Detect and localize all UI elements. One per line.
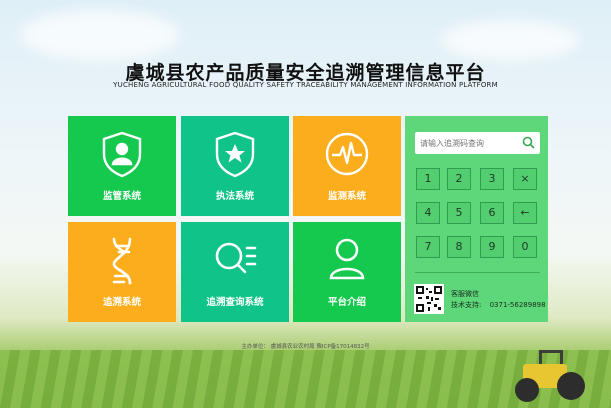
tile-label: 监测系统 [327, 191, 366, 202]
wechat-qr-code [414, 284, 444, 314]
tile-label: 监管系统 [102, 191, 141, 202]
star-shield-icon [215, 131, 255, 178]
tech-support-label: 技术支持: [451, 301, 482, 309]
trace-code-input[interactable] [420, 135, 520, 151]
dna-icon [112, 237, 132, 285]
keypad-9[interactable]: 9 [480, 236, 504, 258]
search-icon[interactable] [522, 136, 535, 149]
cloud-decoration [20, 10, 180, 60]
panel-divider [415, 272, 540, 273]
keypad-6[interactable]: 6 [480, 202, 504, 224]
tile-monitoring-system[interactable]: 监测系统 [293, 116, 401, 216]
cloud-decoration [440, 20, 580, 60]
tech-support-phone: 0371-56289898 [489, 301, 546, 309]
keypad-8[interactable]: 8 [447, 236, 471, 258]
tile-label: 追溯系统 [102, 297, 141, 308]
tile-supervision-system[interactable]: 监管系统 [68, 116, 176, 216]
keypad-7[interactable]: 7 [416, 236, 440, 258]
keypad-0[interactable]: 0 [513, 236, 537, 258]
page-subtitle: YUCHENG AGRICULTURAL FOOD QUALITY SAFETY… [113, 81, 498, 89]
tile-traceability-system[interactable]: 追溯系统 [68, 222, 176, 322]
keypad-1[interactable]: 1 [416, 168, 440, 190]
tractor-image [513, 350, 585, 402]
keypad-3[interactable]: 3 [480, 168, 504, 190]
tile-enforcement-system[interactable]: 执法系统 [181, 116, 289, 216]
tile-platform-intro[interactable]: 平台介绍 [293, 222, 401, 322]
trace-query-panel: 1 2 3 × 4 5 6 ← 7 8 9 0 客服微信 技术支持: 0371-… [405, 116, 548, 322]
pulse-monitor-icon [325, 132, 369, 176]
keypad-backspace[interactable]: ← [513, 202, 537, 224]
tech-support-line: 技术支持: 0371-56289898 [451, 300, 546, 310]
keypad-2[interactable]: 2 [447, 168, 471, 190]
keypad-clear[interactable]: × [513, 168, 537, 190]
search-box [415, 132, 540, 154]
keypad-5[interactable]: 5 [447, 202, 471, 224]
tile-trace-query-system[interactable]: 追溯查询系统 [181, 222, 289, 322]
supervisor-shield-icon [102, 131, 142, 178]
keypad-4[interactable]: 4 [416, 202, 440, 224]
footer-text: 主办单位： 虞城县农业农村局 豫ICP备17014832号 [241, 344, 370, 350]
search-list-icon [215, 242, 257, 274]
tile-label: 追溯查询系统 [206, 297, 264, 308]
tile-label: 平台介绍 [327, 297, 366, 308]
user-icon [329, 238, 365, 280]
tile-label: 执法系统 [215, 191, 254, 202]
wechat-service-label: 客服微信 [451, 290, 479, 298]
